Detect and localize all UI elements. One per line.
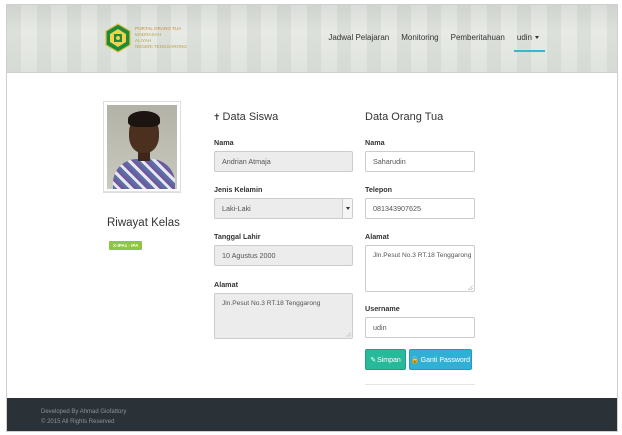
user-icon: ✝ bbox=[213, 112, 221, 122]
siswa-nama-label: Nama bbox=[214, 138, 234, 147]
data-orang-tua-title: Data Orang Tua bbox=[365, 111, 444, 123]
form-divider bbox=[365, 384, 475, 385]
user-menu-label: udin bbox=[516, 33, 532, 42]
page-footer: Developed By Ahmad Giofattory © 2015 All… bbox=[7, 398, 617, 431]
lock-icon: 🔒 bbox=[410, 357, 420, 364]
simpan-button-label: Simpan bbox=[377, 357, 401, 364]
siswa-jenis-kelamin-value: Laki-Laki bbox=[222, 204, 251, 213]
logo-text: PORTAL ORANG TUA MADRASAH ALIYAH NEGERI … bbox=[135, 26, 187, 50]
ortu-alamat-value: Jln.Pesut No.3 RT.18 Tenggarong bbox=[373, 252, 472, 259]
footer-developer-text: Developed By Ahmad Giofattory bbox=[41, 409, 127, 415]
ortu-alamat-textarea[interactable]: Jln.Pesut No.3 RT.18 Tenggarong bbox=[365, 245, 475, 292]
siswa-jenis-kelamin-select[interactable]: Laki-Laki bbox=[214, 198, 353, 219]
ortu-telepon-label: Telepon bbox=[365, 185, 393, 194]
student-photo-image bbox=[107, 105, 177, 189]
ganti-password-button[interactable]: 🔒Ganti Password bbox=[409, 349, 472, 370]
nav-monitoring[interactable]: Monitoring bbox=[401, 33, 438, 42]
data-siswa-title-text: Data Siswa bbox=[222, 111, 279, 123]
student-photo bbox=[103, 101, 181, 193]
siswa-alamat-textarea[interactable]: Jln.Pesut No.3 RT.18 Tenggarong bbox=[214, 293, 353, 339]
ganti-password-button-label: Ganti Password bbox=[420, 357, 471, 364]
photo-divider bbox=[103, 191, 181, 192]
app-frame: PORTAL ORANG TUA MADRASAH ALIYAH NEGERI … bbox=[6, 4, 618, 432]
main-nav: Jadwal Pelajaran Monitoring Pemberitahua… bbox=[316, 33, 546, 52]
siswa-alamat-label: Alamat bbox=[214, 280, 238, 289]
footer-copyright-text: © 2015 All Rights Reserved bbox=[41, 419, 115, 425]
siswa-alamat-value: Jln.Pesut No.3 RT.18 Tenggarong bbox=[222, 300, 321, 307]
caret-down-icon bbox=[535, 36, 539, 40]
data-siswa-title: ✝ Data Siswa bbox=[213, 111, 278, 123]
edit-icon: ✎ bbox=[370, 357, 377, 364]
simpan-button[interactable]: ✎Simpan bbox=[365, 349, 406, 370]
ortu-alamat-label: Alamat bbox=[365, 232, 389, 241]
resize-handle-icon bbox=[468, 285, 473, 290]
riwayat-kelas-title: Riwayat Kelas bbox=[107, 217, 180, 229]
siswa-jenis-kelamin-label: Jenis Kelamin bbox=[214, 185, 263, 194]
siswa-tanggal-lahir-label: Tanggal Lahir bbox=[214, 232, 261, 241]
ortu-username-label: Username bbox=[365, 304, 400, 313]
nav-pemberitahuan[interactable]: Pemberitahuan bbox=[451, 33, 505, 42]
ortu-nama-input[interactable]: Saharudin bbox=[365, 151, 475, 172]
ortu-telepon-input[interactable]: 081343907625 bbox=[365, 198, 475, 219]
ortu-username-input[interactable]: udin bbox=[365, 317, 475, 338]
siswa-tanggal-lahir-field[interactable]: 10 Agustus 2000 bbox=[214, 245, 353, 266]
class-history-badge: X-IPA1 - IPA bbox=[109, 241, 143, 250]
resize-handle-icon bbox=[346, 332, 351, 337]
user-menu-dropdown[interactable]: udin bbox=[513, 33, 546, 52]
logo[interactable]: PORTAL ORANG TUA MADRASAH ALIYAH NEGERI … bbox=[105, 23, 187, 53]
siswa-nama-field[interactable]: Andrian Atmaja bbox=[214, 151, 353, 172]
ortu-nama-label: Nama bbox=[365, 138, 385, 147]
select-arrow-icon bbox=[342, 199, 352, 218]
nav-jadwal-pelajaran[interactable]: Jadwal Pelajaran bbox=[328, 33, 389, 42]
school-emblem-icon bbox=[105, 23, 131, 53]
logo-line-4: NEGERI TENGGARONG bbox=[135, 44, 187, 49]
top-navbar: PORTAL ORANG TUA MADRASAH ALIYAH NEGERI … bbox=[7, 5, 617, 73]
